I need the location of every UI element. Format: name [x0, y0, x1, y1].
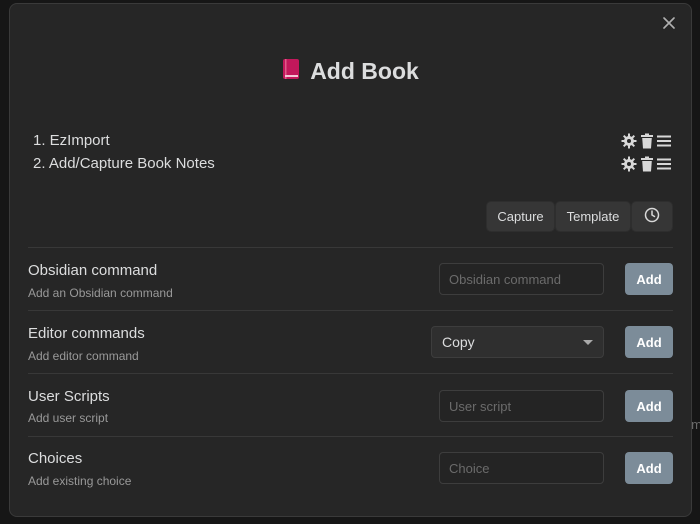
add-editor-command-button[interactable]: Add [625, 326, 673, 358]
template-button[interactable]: Template [555, 201, 631, 232]
clock-icon [644, 207, 660, 226]
editor-commands-description: Add editor command [28, 349, 139, 363]
add-choice-button[interactable]: Add [625, 452, 673, 484]
user-scripts-section: User Scripts Add user script Add [28, 373, 673, 436]
modal-title: Add Book [10, 58, 691, 85]
trash-icon[interactable] [640, 156, 654, 172]
user-scripts-title: User Scripts [28, 388, 110, 405]
editor-command-select[interactable]: Copy [431, 326, 604, 358]
obsidian-command-section: Obsidian command Add an Obsidian command… [28, 247, 673, 310]
step-item: 1. EzImport [33, 129, 673, 152]
step-item: 2. Add/Capture Book Notes [33, 152, 673, 175]
menu-icon[interactable] [657, 157, 671, 171]
add-obsidian-command-button[interactable]: Add [625, 263, 673, 295]
modal-title-text: Add Book [310, 58, 419, 84]
menu-icon[interactable] [657, 134, 671, 148]
add-user-script-button[interactable]: Add [625, 390, 673, 422]
editor-commands-title: Editor commands [28, 325, 145, 342]
obsidian-command-input[interactable] [439, 263, 604, 295]
step-label: 2. Add/Capture Book Notes [33, 155, 215, 172]
step-label: 1. EzImport [33, 132, 110, 149]
step-actions [621, 133, 673, 149]
close-icon[interactable] [660, 14, 678, 32]
chevron-down-icon [583, 339, 593, 345]
add-book-modal: Add Book 1. EzImport 2. Add/Capture Book… [9, 3, 692, 517]
editor-command-selected: Copy [442, 334, 475, 350]
obsidian-command-description: Add an Obsidian command [28, 286, 173, 300]
gear-icon[interactable] [621, 133, 637, 149]
step-actions [621, 156, 673, 172]
trash-icon[interactable] [640, 133, 654, 149]
background-text-fragment: m [691, 417, 700, 432]
choice-input[interactable] [439, 452, 604, 484]
history-button[interactable] [631, 201, 673, 232]
obsidian-command-title: Obsidian command [28, 262, 158, 279]
user-script-input[interactable] [439, 390, 604, 422]
choices-title: Choices [28, 450, 83, 467]
editor-commands-section: Editor commands Add editor command Copy … [28, 310, 673, 373]
command-steps-list: 1. EzImport 2. Add/Capture Book Notes [33, 129, 673, 175]
choices-section: Choices Add existing choice Add [28, 436, 673, 499]
choice-type-buttons: Capture Template [486, 201, 673, 232]
gear-icon[interactable] [621, 156, 637, 172]
book-icon [282, 58, 300, 85]
capture-button[interactable]: Capture [486, 201, 555, 232]
choices-description: Add existing choice [28, 474, 132, 488]
user-scripts-description: Add user script [28, 411, 109, 425]
